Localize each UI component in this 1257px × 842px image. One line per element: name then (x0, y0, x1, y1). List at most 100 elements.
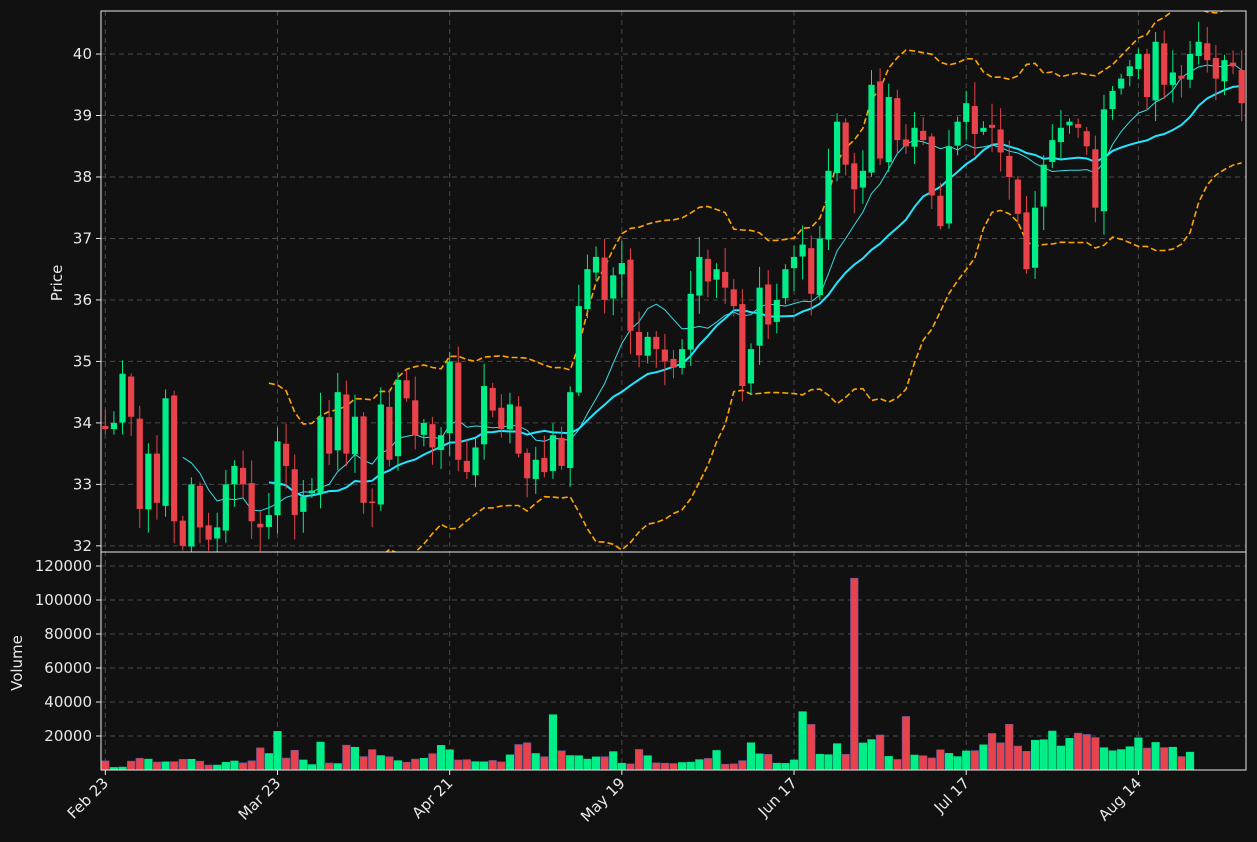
volume-bar (1005, 723, 1014, 771)
volume-bar (1013, 745, 1022, 771)
volume-bar (695, 759, 704, 771)
volume-bar (901, 716, 911, 771)
candle-body (980, 127, 987, 132)
volume-bar (772, 762, 781, 771)
candle-body (145, 453, 152, 510)
volume-bar (858, 742, 867, 771)
volume-tick-label: 100000 (35, 591, 92, 609)
volume-axis-label: Volume (8, 635, 26, 691)
volume-bar (944, 753, 954, 771)
volume-bar (1056, 745, 1065, 771)
candle-body (222, 484, 229, 531)
candle-body (704, 258, 712, 282)
candle-body (498, 407, 505, 430)
volume-tick-label: 60000 (44, 659, 92, 677)
volume-bar (643, 755, 652, 771)
volume-bar (230, 760, 239, 771)
volume-bar (867, 739, 876, 771)
candle-body (1161, 43, 1168, 85)
candle-body (412, 400, 419, 436)
volume-bar (1022, 750, 1031, 771)
candle-body (859, 170, 866, 188)
candle-body (1238, 70, 1245, 104)
volume-bar (1125, 746, 1134, 771)
price-axis-label: Price (48, 265, 66, 302)
candle-body (713, 269, 720, 280)
candle-body (549, 435, 557, 471)
volume-bar (1065, 738, 1074, 771)
candle-body (1006, 155, 1013, 177)
volume-bar (1168, 746, 1177, 771)
candle-body (1040, 164, 1047, 207)
candle-body (653, 336, 660, 350)
candle-body (437, 435, 445, 451)
price-tick-label: 40 (73, 45, 92, 63)
volume-bar (282, 757, 291, 771)
candle-body (308, 490, 316, 494)
candle-body (773, 299, 780, 322)
volume-bar (436, 745, 446, 771)
candle-body (136, 418, 143, 509)
candle-body (928, 136, 935, 196)
candle-body (351, 416, 359, 455)
candle-body (1049, 140, 1056, 162)
volume-tick-label: 20000 (44, 727, 92, 745)
volume-bar (195, 760, 205, 771)
candle-body (102, 425, 109, 430)
volume-bar (1082, 734, 1091, 771)
volume-bar (893, 759, 902, 771)
volume-bar (807, 724, 816, 771)
volume-bar (996, 742, 1005, 771)
candle-body (808, 248, 815, 294)
candle-body (1031, 207, 1039, 268)
candle-body (799, 244, 806, 257)
volume-bar (910, 754, 919, 771)
candle-body (489, 387, 496, 411)
volume-bar (368, 749, 377, 771)
candle-body (429, 424, 436, 448)
volume-bar (850, 577, 859, 771)
chart-background (0, 0, 1257, 842)
volume-bar (290, 749, 299, 771)
candle-body (403, 380, 410, 399)
candle-body (360, 416, 367, 503)
volume-bar (1074, 732, 1083, 771)
candle-body (274, 441, 281, 516)
candle-body (119, 373, 126, 423)
volume-bar (1099, 747, 1109, 771)
volume-bar (1142, 747, 1152, 771)
volume-bar (884, 756, 893, 771)
volume-bar (454, 759, 463, 771)
candle-body (334, 392, 341, 451)
candle-body (1109, 90, 1116, 110)
volume-bar (548, 714, 558, 771)
volume-bar (927, 757, 936, 771)
candle-body (730, 289, 737, 307)
volume-bar (135, 757, 144, 771)
volume-bar (987, 733, 997, 771)
volume-bar (626, 763, 635, 771)
volume-bar (170, 761, 179, 771)
candle-body (782, 269, 789, 299)
candle-body (1118, 78, 1125, 89)
volume-bar (359, 756, 368, 771)
volume-bar (1117, 749, 1126, 771)
candle-body (696, 256, 703, 296)
candle-body (369, 501, 376, 504)
volume-bar (471, 761, 480, 771)
volume-bar (1134, 737, 1143, 771)
volume-bar (970, 750, 979, 771)
volume-bar (591, 756, 601, 771)
volume-bar (764, 754, 773, 771)
volume-bar (505, 754, 515, 771)
candle-body (1066, 121, 1073, 126)
candle-body (377, 404, 384, 505)
volume-bar (832, 743, 842, 771)
volume-bar (161, 761, 170, 771)
candle-body (300, 496, 307, 512)
candle-body (954, 121, 961, 146)
volume-bar (385, 756, 394, 771)
candle-body (291, 469, 298, 516)
candle-body (394, 379, 402, 457)
candle-body (868, 84, 875, 173)
